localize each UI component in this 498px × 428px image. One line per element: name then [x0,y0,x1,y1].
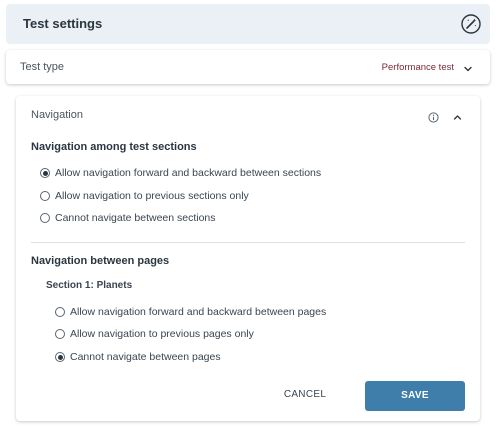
radio-label: Cannot navigate between sections [55,212,216,224]
radio-button[interactable] [55,307,65,317]
radio-button[interactable] [55,352,65,362]
section-name: Section 1: Planets [46,280,133,291]
test-type-value[interactable]: Performance test [382,62,454,73]
navigation-title: Navigation [31,109,83,121]
chevron-down-icon[interactable] [463,61,473,72]
radio-label: Cannot navigate between pages [70,351,221,363]
radio-label: Allow navigation forward and backward be… [70,306,327,318]
radio-button[interactable] [40,213,50,223]
magic-wand-icon[interactable] [461,14,481,34]
save-button[interactable]: SAVE [365,381,465,411]
radio-sections-none[interactable]: Cannot navigate between sections [40,211,216,225]
cancel-button[interactable]: CANCEL [272,383,338,407]
radio-button[interactable] [40,191,50,201]
radio-button[interactable] [40,168,50,178]
test-type-label: Test type [20,61,65,73]
divider [31,242,465,243]
radio-label: Allow navigation to previous pages only [70,328,254,340]
page-title: Test settings [23,16,103,31]
info-icon[interactable] [428,110,439,123]
radio-label: Allow navigation to previous sections on… [55,190,249,202]
navigation-panel: Navigation Navigation among test section… [16,96,480,421]
radio-pages-forward-backward[interactable]: Allow navigation forward and backward be… [55,305,326,319]
test-type-row[interactable]: Test type Performance test [6,50,490,84]
radio-pages-previous-only[interactable]: Allow navigation to previous pages only [55,327,254,341]
pages-heading: Navigation between pages [31,255,170,267]
sections-heading: Navigation among test sections [31,141,197,153]
radio-sections-previous-only[interactable]: Allow navigation to previous sections on… [40,189,249,203]
radio-sections-forward-backward[interactable]: Allow navigation forward and backward be… [40,166,321,180]
radio-label: Allow navigation forward and backward be… [55,167,322,179]
chevron-up-icon[interactable] [452,110,463,121]
radio-button[interactable] [55,329,65,339]
radio-pages-none[interactable]: Cannot navigate between pages [55,350,221,364]
settings-header: Test settings [6,4,490,44]
